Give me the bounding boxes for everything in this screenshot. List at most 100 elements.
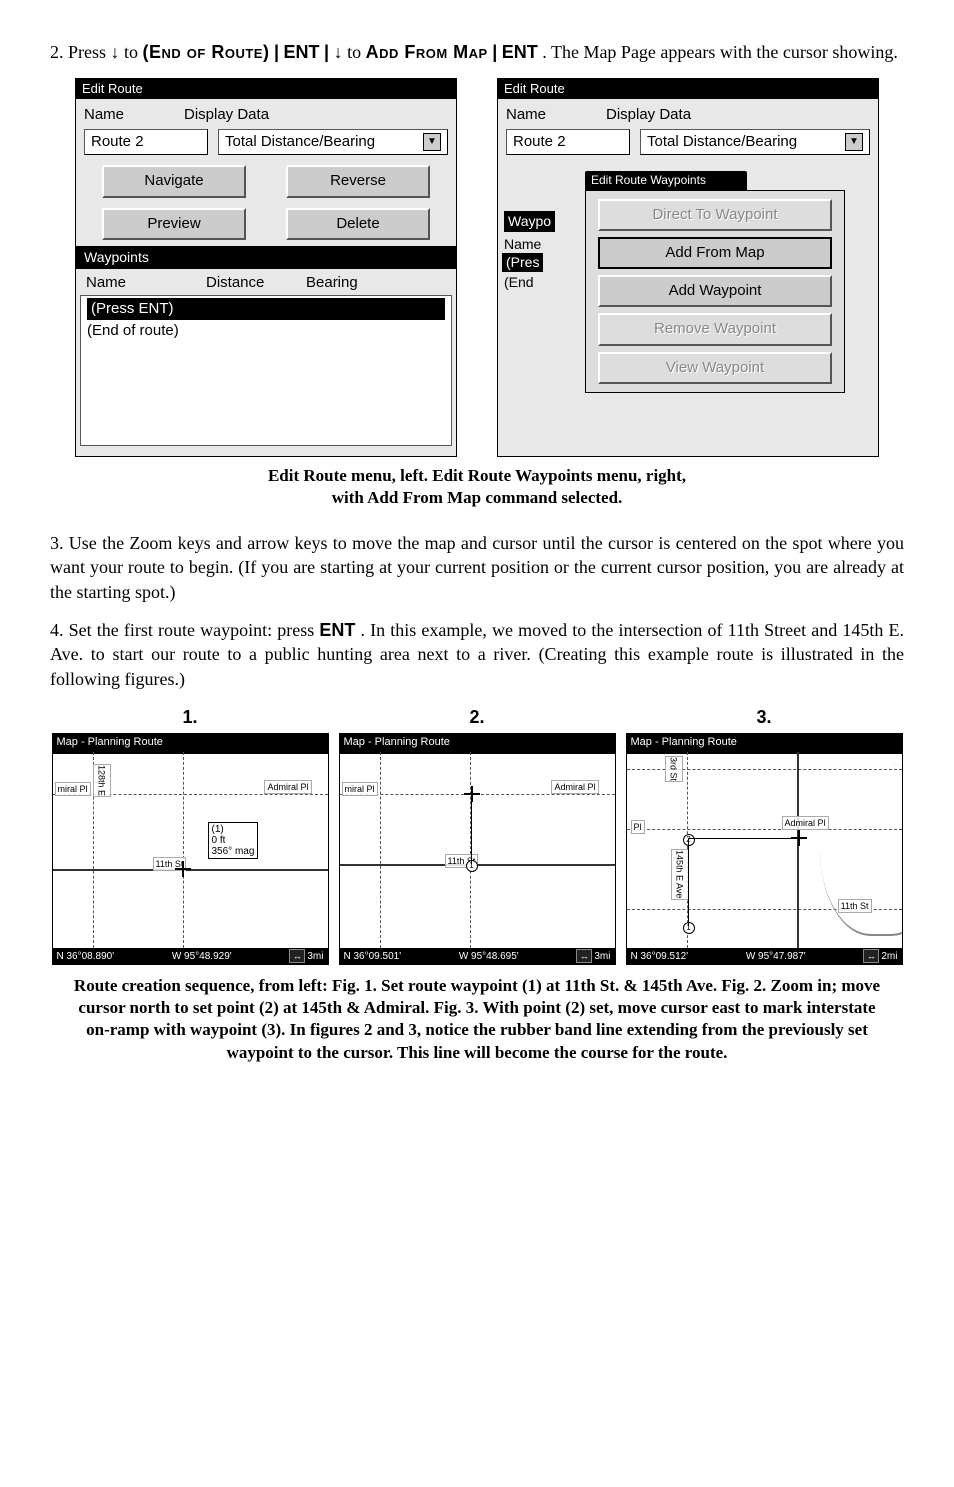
figure-caption-1: Edit Route menu, left. Edit Route Waypoi… [110, 465, 844, 509]
rubber-band-line [471, 794, 472, 864]
map-3-label: 3. [756, 705, 771, 729]
display-value: Total Distance/Bearing [225, 132, 375, 152]
t: with Add From Map command selected. [332, 488, 623, 507]
map-1-label: 1. [182, 705, 197, 729]
t: to [124, 42, 143, 62]
peek-waypoints-header: Waypo [502, 211, 557, 232]
navigate-button[interactable]: Navigate [102, 165, 246, 197]
display-data-dropdown[interactable]: Total Distance/Bearing ▼ [640, 129, 870, 155]
separator: | [274, 42, 279, 62]
t: . The Map Page appears with the cursor s… [542, 42, 898, 62]
arrow-down-icon: ↓ [111, 42, 120, 62]
context-menu-title: Edit Route Waypoints [585, 171, 747, 189]
reverse-button[interactable]: Reverse [286, 165, 430, 197]
zoom-control[interactable]: ↔2mi [863, 949, 897, 963]
separator: | [324, 42, 329, 62]
lon-readout: W 95°47.987' [746, 950, 806, 964]
label-display-data: Display Data [184, 105, 448, 125]
map-title-bar: Map - Planning Route [340, 734, 615, 754]
arrow-down-icon: ↓ [334, 42, 343, 62]
lat-readout: N 36°09.501' [344, 950, 402, 964]
map-status-bar: N 36°08.890' W 95°48.929' ↔3mi [53, 948, 328, 964]
map-title-bar: Map - Planning Route [627, 734, 902, 754]
preview-button[interactable]: Preview [102, 208, 246, 240]
step-2-text: 2. Press ↓ to (End of Route) | ENT | ↓ t… [50, 40, 904, 64]
menu-direct-to-waypoint[interactable]: Direct To Waypoint [598, 199, 832, 231]
map-status-bar: N 36°09.501' W 95°48.695' ↔3mi [340, 948, 615, 964]
t: to [347, 42, 366, 62]
table-row[interactable]: (End of route) [87, 320, 445, 342]
waypoints-columns: Name Distance Bearing [84, 269, 448, 295]
name-field[interactable]: Route 2 [506, 129, 630, 155]
pan-icon[interactable]: ↔ [863, 949, 879, 963]
pan-icon[interactable]: ↔ [576, 949, 592, 963]
menu-remove-waypoint[interactable]: Remove Waypoint [598, 313, 832, 345]
zoom-level: 3mi [307, 950, 323, 964]
chevron-down-icon[interactable]: ▼ [423, 133, 441, 151]
waypoint-marker: 2 [683, 834, 695, 846]
peek-column: Waypo Name (Pres (End [506, 163, 554, 392]
map-2-screen[interactable]: Map - Planning Route Admiral Pl 11th St … [339, 733, 616, 965]
zoom-level: 2mi [881, 950, 897, 964]
key-end-of-route: (End of Route) [143, 42, 270, 62]
map-road-label: Admiral Pl [551, 780, 598, 794]
col-bearing: Bearing [306, 273, 446, 293]
panel-edit-route-right: Edit Route Name Display Data Route 2 Tot… [497, 78, 879, 457]
panel-title: Edit Route [498, 79, 878, 99]
map-2-label: 2. [469, 705, 484, 729]
key-add-from-map: Add From Map [366, 42, 488, 62]
map-road-label: 145th E Ave [671, 849, 689, 899]
context-menu-edit-route-waypoints: Edit Route Waypoints Direct To Waypoint … [585, 171, 845, 392]
key-ent: ENT [502, 42, 538, 62]
figure-caption-2: Route creation sequence, from left: Fig.… [70, 975, 884, 1063]
name-value: Route 2 [513, 132, 566, 152]
map-1-screen[interactable]: Map - Planning Route Admiral Pl 11th St … [52, 733, 329, 965]
delete-button[interactable]: Delete [286, 208, 430, 240]
map-1-col: 1. Map - Planning Route Admiral Pl 11th … [52, 705, 329, 965]
lon-readout: W 95°48.695' [459, 950, 519, 964]
waypoints-table[interactable]: (Press ENT) (End of route) [80, 295, 452, 446]
lon-readout: W 95°48.929' [172, 950, 232, 964]
zoom-level: 3mi [594, 950, 610, 964]
col-name: Name [86, 273, 206, 293]
pan-icon[interactable]: ↔ [289, 949, 305, 963]
waypoints-header: Waypoints [76, 246, 456, 269]
t: 4. Set the first route waypoint: press [50, 620, 319, 640]
step-3-text: 3. Use the Zoom keys and arrow keys to m… [50, 531, 904, 604]
menu-add-waypoint[interactable]: Add Waypoint [598, 275, 832, 307]
t: Edit Route menu, left. Edit Route Waypoi… [268, 466, 686, 485]
map-road-label: Pl [631, 820, 645, 834]
menu-view-waypoint[interactable]: View Waypoint [598, 352, 832, 384]
map-3-screen[interactable]: Map - Planning Route Admiral Pl 11th St … [626, 733, 903, 965]
panel-edit-route-left: Edit Route Name Display Data Route 2 Tot… [75, 78, 457, 457]
map-status-bar: N 36°09.512' W 95°47.987' ↔2mi [627, 948, 902, 964]
lat-readout: N 36°08.890' [57, 950, 115, 964]
col-distance: Distance [206, 273, 306, 293]
panels-row: Edit Route Name Display Data Route 2 Tot… [50, 78, 904, 457]
table-row[interactable]: (Press ENT) [87, 298, 445, 320]
waypoint-marker: 1 [466, 860, 478, 872]
map-road-label: 3rd St [665, 756, 683, 782]
menu-add-from-map[interactable]: Add From Map [598, 237, 832, 269]
label-name: Name [84, 105, 174, 125]
panel-title: Edit Route [76, 79, 456, 99]
map-road-label: Admiral Pl [264, 780, 311, 794]
display-value: Total Distance/Bearing [647, 132, 797, 152]
map-road-label: miral Pl [55, 782, 91, 796]
map-3-col: 3. Map - Planning Route Admiral Pl 11th … [626, 705, 903, 965]
label-display-data: Display Data [606, 105, 870, 125]
t: 2. Press [50, 42, 111, 62]
key-ent: ENT [284, 42, 320, 62]
display-data-dropdown[interactable]: Total Distance/Bearing ▼ [218, 129, 448, 155]
lat-readout: N 36°09.512' [631, 950, 689, 964]
map-title-bar: Map - Planning Route [53, 734, 328, 754]
river-shape [820, 764, 903, 936]
name-field[interactable]: Route 2 [84, 129, 208, 155]
peek-end: (End [502, 273, 536, 292]
route-line [688, 838, 689, 926]
name-value: Route 2 [91, 132, 144, 152]
chevron-down-icon[interactable]: ▼ [845, 133, 863, 151]
zoom-control[interactable]: ↔3mi [576, 949, 610, 963]
peek-name: Name [502, 235, 543, 254]
zoom-control[interactable]: ↔3mi [289, 949, 323, 963]
